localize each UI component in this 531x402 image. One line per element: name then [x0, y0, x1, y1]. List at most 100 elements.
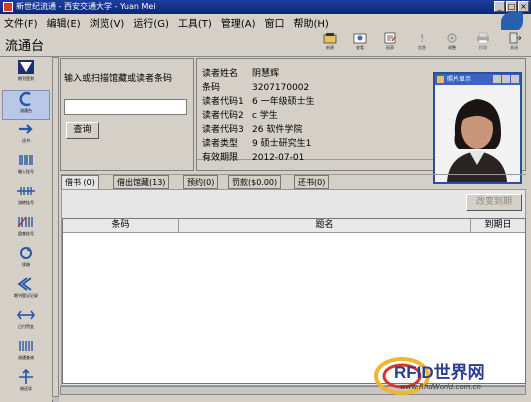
fines-icon [17, 310, 35, 320]
app-title: 流通台 [5, 39, 45, 54]
return-arrow-icon [19, 124, 33, 134]
print-icon [477, 32, 489, 44]
renew-icon [20, 247, 32, 259]
menu-manage[interactable]: 管理(A) [221, 15, 256, 30]
renew-due-date-button[interactable]: 改变到期 [466, 194, 522, 211]
svg-text:!: ! [420, 32, 424, 44]
menu-edit[interactable]: 编辑(E) [47, 15, 81, 30]
field-value: 6 一年级硕士生 [252, 97, 315, 107]
photo-window-titlebar: 照片显示 [435, 74, 520, 85]
photo-window-icon [437, 76, 444, 83]
field-value: 阴慧辉 [252, 69, 280, 79]
photo-window: 照片显示 [433, 72, 522, 184]
toolbar-adjust-button[interactable]: 调整 [440, 32, 464, 54]
inventory-icon [17, 216, 33, 228]
search-label: 输入或扫描馆藏或读者条码 [64, 74, 173, 84]
toolbar-new-button[interactable]: 新建 [318, 32, 342, 54]
menu-window[interactable]: 窗口 [264, 15, 284, 30]
sidebar-label: 借还导 [20, 386, 32, 391]
tab-reservations[interactable]: 预约(0) [183, 175, 219, 189]
menu-tools[interactable]: 工具(T) [178, 15, 212, 30]
window-title: 新世纪流通 - 西安交通大学 - Yuan Mei [16, 2, 156, 11]
transfer-icon [17, 187, 35, 195]
sidebar-item-periodical-checkin[interactable]: 期刊签到 [2, 59, 50, 89]
field-value: 26 软件学院 [252, 125, 303, 135]
toolbar-info-label: 信息 [418, 45, 426, 50]
field-value: 2012-07-01 [252, 153, 305, 163]
photo-maximize-button[interactable] [502, 75, 510, 83]
sidebar-label: 流通查询 [18, 355, 34, 360]
sidebar: 期刊签到 流通台 还书 输入挂号 流转挂号 盘查挂号 续借 期刊登记记录 已付罚… [0, 57, 53, 402]
reader-field-code3: 读者代码3 26 软件学院 [202, 122, 302, 135]
toolbar-info-button[interactable]: ! 信息 [410, 32, 434, 54]
tab-borrow[interactable]: 借书 (0) [61, 175, 99, 189]
toolbar-view-label: 查看 [356, 45, 364, 50]
sidebar-scrollbar-thumb[interactable] [52, 57, 59, 397]
sidebar-item-renew[interactable]: 续借 [2, 245, 50, 275]
reader-field-type: 读者类型 9 硕士研究生1 [202, 136, 311, 149]
reader-field-code1: 读者代码1 6 一年级硕士生 [202, 94, 315, 107]
maximize-button[interactable]: □ [506, 1, 517, 12]
sidebar-item-circulation-query[interactable]: 流通查询 [2, 338, 50, 368]
report-icon [384, 32, 396, 44]
adjust-icon [447, 33, 457, 43]
menu-bar: 文件(F) 编辑(E) 浏览(V) 运行(G) 工具(T) 管理(A) 窗口 帮… [0, 14, 531, 30]
field-value: 3207170002 [252, 83, 310, 93]
field-value: c 学生 [252, 111, 278, 121]
toolbar-report-label: 报表 [386, 45, 394, 50]
reader-field-expiry: 有效期限 2012-07-01 [202, 150, 304, 163]
sidebar-item-guide[interactable]: 借还导 [2, 369, 50, 399]
menu-file[interactable]: 文件(F) [4, 15, 38, 30]
watermark-brand: RFID世界网 [394, 363, 485, 382]
field-label: 读者代码1 [202, 97, 244, 107]
field-label: 读者类型 [202, 139, 239, 149]
query-button[interactable]: 查询 [66, 122, 99, 139]
photo-window-title: 照片显示 [447, 76, 472, 83]
reader-photo [435, 85, 520, 182]
column-header-barcode[interactable]: 条码 [63, 219, 179, 233]
back-arrows-icon [17, 277, 32, 291]
sidebar-item-inventory-register[interactable]: 盘查挂号 [2, 214, 50, 244]
toolbar-close-label: 关闭 [510, 45, 518, 50]
menu-view[interactable]: 浏览(V) [90, 15, 125, 30]
menu-help[interactable]: 帮助(H) [293, 15, 328, 30]
column-header-due-date[interactable]: 到期日 [471, 219, 525, 233]
field-label: 读者代码3 [202, 125, 244, 135]
sidebar-label: 已付罚金 [18, 324, 34, 329]
sidebar-item-return[interactable]: 还书 [2, 121, 50, 151]
toolbar-adjust-label: 调整 [448, 45, 456, 50]
reader-field-barcode: 条码 3207170002 [202, 80, 309, 93]
toolbar-view-button[interactable]: 查看 [348, 32, 372, 54]
sidebar-item-paid-fines[interactable]: 已付罚金 [2, 307, 50, 337]
sidebar-label: 续借 [22, 262, 30, 267]
column-header-title[interactable]: 题名 [179, 219, 471, 233]
sidebar-item-circulation-desk[interactable]: 流通台 [2, 90, 50, 120]
sidebar-label: 输入挂号 [18, 169, 34, 174]
toolbar-close-button[interactable]: 关闭 [502, 32, 526, 54]
new-icon [323, 33, 337, 44]
minimize-button[interactable]: _ [494, 1, 505, 12]
field-label: 有效期限 [202, 153, 239, 163]
app-icon [3, 2, 13, 12]
search-input[interactable] [64, 99, 187, 115]
watermark-url: www.RfidWorld.com.cn [400, 383, 481, 391]
view-icon [353, 33, 367, 44]
tab-return[interactable]: 还书(0) [294, 175, 330, 189]
periodical-icon [18, 60, 34, 74]
sidebar-item-transfer-register[interactable]: 流转挂号 [2, 183, 50, 213]
sidebar-item-input-register[interactable]: 输入挂号 [2, 152, 50, 182]
close-button[interactable]: × [518, 1, 529, 12]
menu-run[interactable]: 运行(G) [133, 15, 169, 30]
toolbar-report-button[interactable]: 报表 [378, 32, 402, 54]
sidebar-label: 流转挂号 [18, 200, 34, 205]
photo-close-button[interactable] [511, 75, 519, 83]
toolbar-print-button[interactable]: 打印 [471, 32, 495, 54]
tab-fines[interactable]: 罚款($0.00) [228, 175, 282, 189]
sidebar-item-periodical-record[interactable]: 期刊登记记录 [2, 276, 50, 306]
toolbar-new-label: 新建 [326, 45, 334, 50]
sidebar-label: 还书 [22, 138, 30, 143]
query-icon [19, 341, 33, 351]
tab-checked-out[interactable]: 借出馆藏(13) [113, 175, 170, 189]
photo-minimize-button[interactable] [493, 75, 501, 83]
info-icon: ! [420, 32, 424, 44]
